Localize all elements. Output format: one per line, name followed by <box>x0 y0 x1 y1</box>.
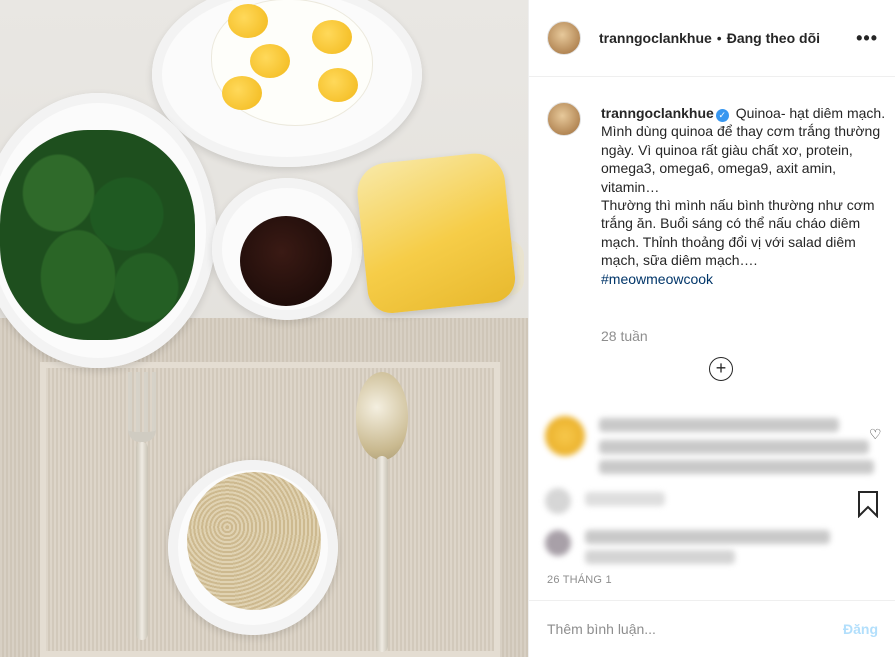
spoon <box>354 372 410 652</box>
comment-avatar[interactable] <box>545 416 585 456</box>
load-more-comments-icon[interactable]: + <box>709 357 733 381</box>
egg-yolk <box>250 44 290 78</box>
sauteed-greens <box>0 130 195 340</box>
comment-blurred-line <box>585 530 830 544</box>
post-photo[interactable] <box>0 0 528 657</box>
egg-yolk <box>222 76 262 110</box>
comment-blurred-line <box>599 418 839 432</box>
comment-blurred-line <box>585 550 735 564</box>
following-button[interactable]: Đang theo dõi <box>727 30 820 46</box>
verified-badge-icon: ✓ <box>715 109 729 122</box>
egg-yolk <box>318 68 358 102</box>
caption-text: tranngoclankhue ✓ Quinoa- hạt diêm mạch. … <box>601 104 891 288</box>
post-comment-button[interactable]: Đăng <box>843 621 878 637</box>
bookmark-icon[interactable] <box>857 490 879 518</box>
hashtag-link[interactable]: #meowmeowcook <box>601 271 713 287</box>
post-header: tranngoclankhue • Đang theo dõi ••• <box>529 0 895 77</box>
header-username[interactable]: tranngoclankhue <box>599 30 712 46</box>
comment-input[interactable] <box>547 621 843 637</box>
header-separator: • <box>716 30 722 46</box>
fork <box>124 372 160 640</box>
more-horizontal-icon[interactable]: ••• <box>856 28 878 49</box>
caption-title: Quinoa- hạt diêm mạch. <box>735 105 886 121</box>
egg-yolk <box>228 4 268 38</box>
juice-glass <box>354 150 518 316</box>
cooked-quinoa <box>187 472 321 610</box>
comment-like-heart-icon[interactable]: ♡ <box>869 426 882 443</box>
post-date[interactable]: 26 THÁNG 1 <box>547 574 612 586</box>
avatar[interactable] <box>547 21 581 55</box>
comment-avatar[interactable] <box>545 530 571 556</box>
post-sidebar: tranngoclankhue • Đang theo dõi ••• tran… <box>528 0 895 657</box>
caption-avatar[interactable] <box>547 102 581 136</box>
caption-line-2: Thường thì mình nấu bình thường như cơm … <box>601 197 875 269</box>
caption-line-1: Mình dùng quinoa để thay cơm trắng thườn… <box>601 123 881 195</box>
comment-blurred-line <box>585 492 665 506</box>
comment-avatar[interactable] <box>545 488 571 514</box>
soy-sauce <box>240 216 332 306</box>
add-comment-form: Đăng <box>529 600 895 657</box>
caption-username[interactable]: tranngoclankhue <box>601 105 714 121</box>
comment-blurred-line <box>599 460 874 474</box>
caption-time[interactable]: 28 tuần <box>601 328 648 344</box>
comment-blurred-line <box>599 440 869 454</box>
egg-yolk <box>312 20 352 54</box>
